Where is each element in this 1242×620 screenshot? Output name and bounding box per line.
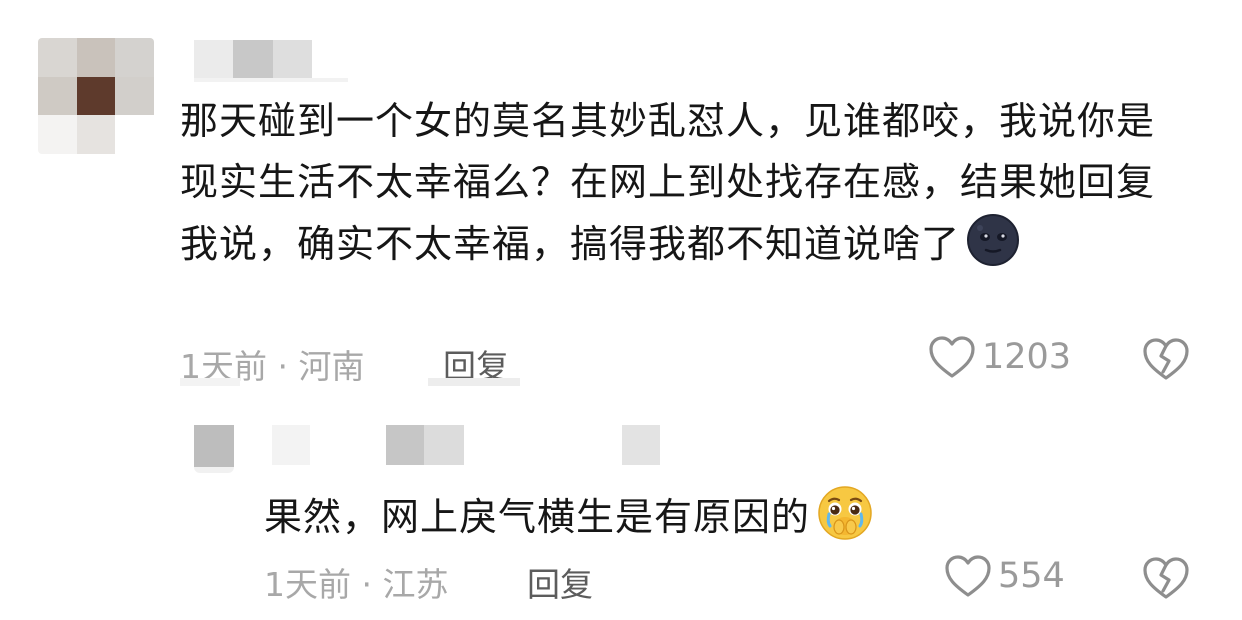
- avatar[interactable]: [194, 425, 234, 467]
- comment-meta: 1天前 · 江苏: [264, 565, 449, 604]
- like-button[interactable]: 1203: [928, 335, 1071, 379]
- heart-outline-icon: [929, 336, 975, 378]
- like-count: 1203: [982, 337, 1072, 377]
- like-button[interactable]: 554: [944, 554, 1065, 598]
- avatar[interactable]: [38, 38, 154, 154]
- avatar-edge: [194, 467, 234, 473]
- new-moon-face-emoji: [967, 214, 1020, 266]
- broken-heart-icon[interactable]: [1142, 556, 1190, 600]
- broken-heart-icon[interactable]: [1142, 337, 1190, 381]
- comment-body: 果然，网上戾气横生是有原因的: [264, 495, 811, 539]
- username-redacted-underline: [194, 78, 348, 82]
- comment-text: 那天碰到一个女的莫名其妙乱怼人，见谁都咬，我说你是现实生活不太幸福么？在网上到处…: [180, 91, 1190, 275]
- redacted-fragment: [180, 378, 240, 386]
- reply-button[interactable]: 回复: [527, 558, 593, 606]
- face-holding-back-tears-emoji: [818, 486, 872, 540]
- comment-text: 果然，网上戾气横生是有原因的: [264, 484, 1024, 548]
- username-redacted[interactable]: [194, 40, 312, 78]
- heart-outline-icon: [945, 555, 991, 597]
- redacted-fragment: [428, 378, 520, 386]
- like-count: 554: [998, 556, 1065, 596]
- username-redacted[interactable]: [272, 425, 660, 465]
